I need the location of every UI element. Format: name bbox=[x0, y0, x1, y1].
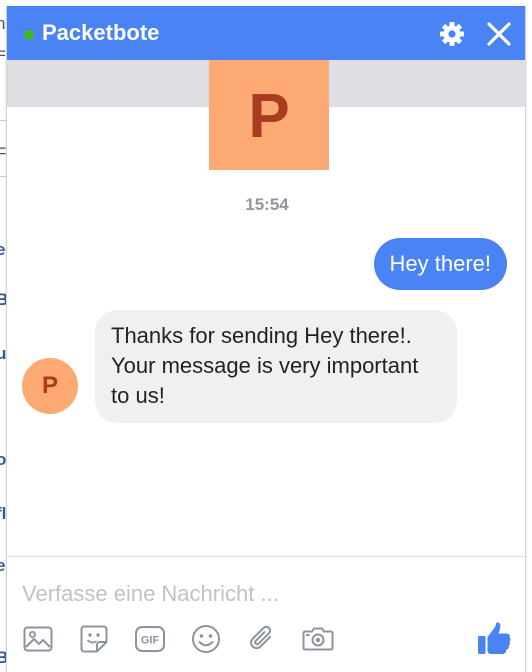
photo-icon bbox=[23, 626, 53, 652]
contact-avatar[interactable]: P bbox=[22, 358, 78, 414]
close-button[interactable] bbox=[485, 20, 513, 48]
camera-button[interactable] bbox=[301, 622, 335, 656]
photo-button[interactable] bbox=[21, 622, 55, 656]
gear-icon bbox=[440, 22, 464, 46]
attachment-icon bbox=[250, 625, 271, 650]
like-button[interactable] bbox=[475, 620, 513, 658]
sticker-button[interactable] bbox=[77, 622, 111, 656]
chat-window: Packetbote P 15:54 Hey there! P Thanks f… bbox=[6, 6, 526, 672]
contact-avatar-initial: P bbox=[41, 372, 58, 399]
gif-icon: GIF bbox=[135, 626, 165, 652]
outgoing-message[interactable]: Hey there! bbox=[373, 238, 507, 290]
message-input[interactable] bbox=[22, 576, 512, 612]
emoji-icon bbox=[192, 625, 220, 653]
profile-initial: P bbox=[248, 82, 290, 151]
composer-divider bbox=[7, 556, 525, 557]
gif-label: GIF bbox=[141, 635, 160, 647]
message-timestamp: 15:54 bbox=[245, 195, 289, 214]
incoming-message[interactable]: Thanks for sending Hey there!. Your mess… bbox=[95, 310, 457, 423]
gif-button[interactable]: GIF bbox=[133, 622, 167, 656]
online-status-icon bbox=[24, 30, 34, 40]
chat-header[interactable]: Packetbote bbox=[7, 6, 525, 60]
close-icon bbox=[487, 22, 511, 46]
settings-button[interactable] bbox=[439, 21, 465, 47]
emoji-button[interactable] bbox=[189, 622, 223, 656]
sticker-icon bbox=[80, 625, 108, 653]
camera-icon bbox=[302, 627, 334, 651]
profile-picture[interactable]: P bbox=[209, 60, 329, 170]
chat-title[interactable]: Packetbote bbox=[42, 20, 159, 46]
thumbs-up-icon bbox=[478, 622, 511, 654]
attachment-button[interactable] bbox=[245, 622, 279, 656]
